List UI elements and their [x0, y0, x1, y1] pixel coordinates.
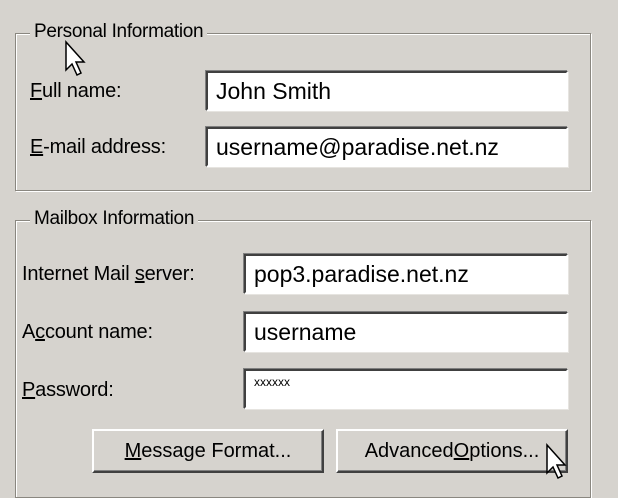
mail-server-label: Internet Mail server: — [22, 263, 195, 285]
full-name-label: Full name: — [30, 80, 122, 102]
mail-server-field[interactable]: pop3.paradise.net.nz — [244, 254, 568, 294]
personal-information-group: Personal Information Full name: John Smi… — [15, 21, 591, 191]
mailbox-information-legend: Mailbox Information — [30, 208, 199, 230]
window-top-edge — [0, 0, 618, 8]
password-field[interactable]: xxxxxx — [244, 369, 568, 409]
email-address-label: E-mail address: — [30, 136, 166, 158]
account-name-field[interactable]: username — [244, 312, 568, 352]
message-format-button[interactable]: Message Format... — [92, 429, 324, 473]
password-label: Password: — [22, 379, 114, 401]
window-right-edge — [592, 0, 618, 498]
personal-information-legend: Personal Information — [30, 21, 208, 43]
advanced-options-button[interactable]: Advanced Options... — [336, 429, 568, 473]
arrow-pointer-icon — [546, 443, 567, 480]
email-address-field[interactable]: username@paradise.net.nz — [206, 127, 568, 167]
account-name-label: Account name: — [22, 321, 153, 343]
arrow-pointer-icon — [65, 40, 86, 77]
full-name-field[interactable]: John Smith — [206, 71, 568, 111]
mailbox-information-group: Mailbox Information Internet Mail server… — [15, 208, 591, 498]
